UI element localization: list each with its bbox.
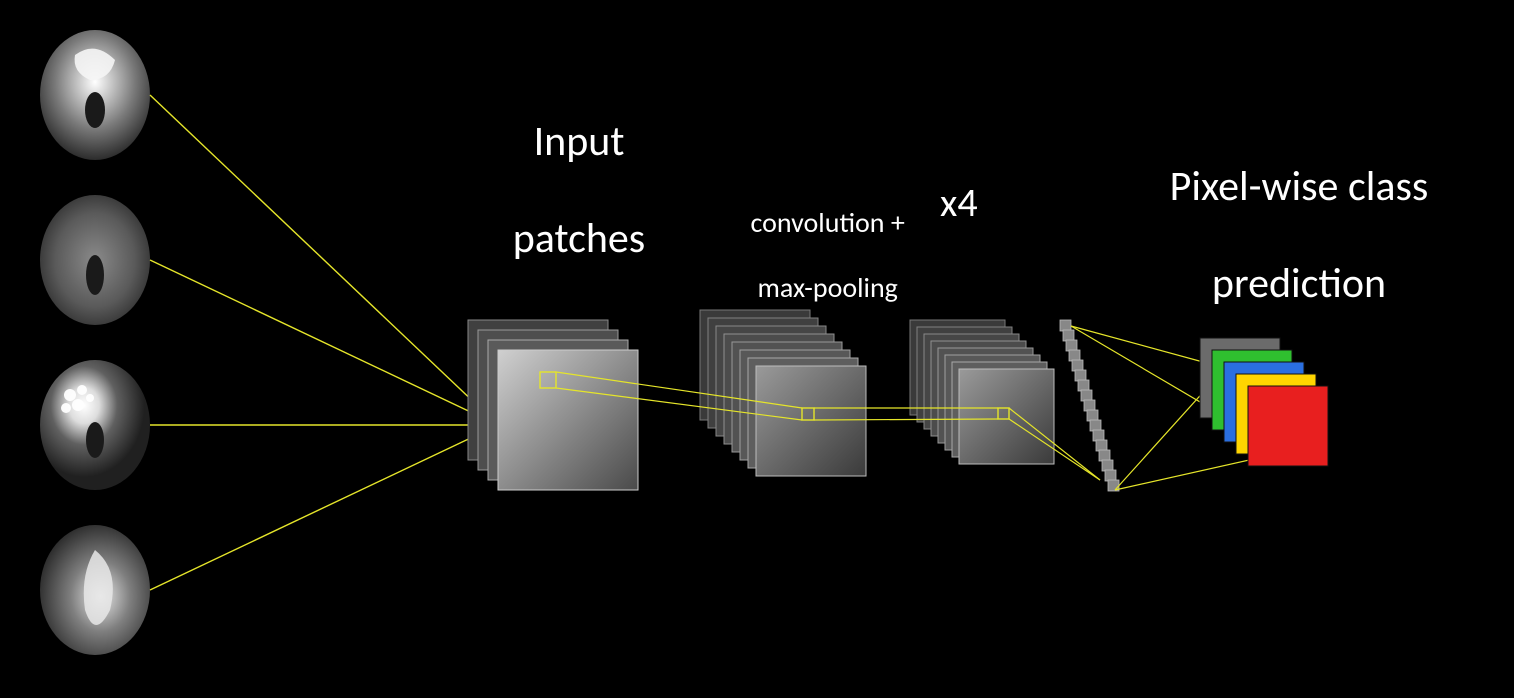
input-patch-stack <box>468 320 638 490</box>
brain-scan-4 <box>40 525 150 655</box>
diagram-stage: Input patches convolution + max-pooling … <box>0 0 1514 698</box>
brain-scan-1 <box>40 30 150 160</box>
output-class-maps <box>1200 338 1328 466</box>
label-output: Pixel-wise class prediction <box>1100 115 1460 356</box>
text-line: convolution + <box>751 205 905 240</box>
text-line: prediction <box>1212 258 1386 309</box>
text-line: max-pooling <box>757 270 897 305</box>
text-line: patches <box>513 213 646 264</box>
label-x4: x4 <box>940 180 978 226</box>
brain-scan-2 <box>40 195 150 325</box>
label-convolution: convolution + max-pooling <box>700 175 930 336</box>
feature-map-stack-2 <box>910 320 1054 464</box>
label-input-patches: Input patches <box>430 70 690 311</box>
text-line: Input <box>534 116 625 167</box>
brain-scan-3 <box>40 360 150 490</box>
text-line: Pixel-wise class <box>1170 161 1429 212</box>
